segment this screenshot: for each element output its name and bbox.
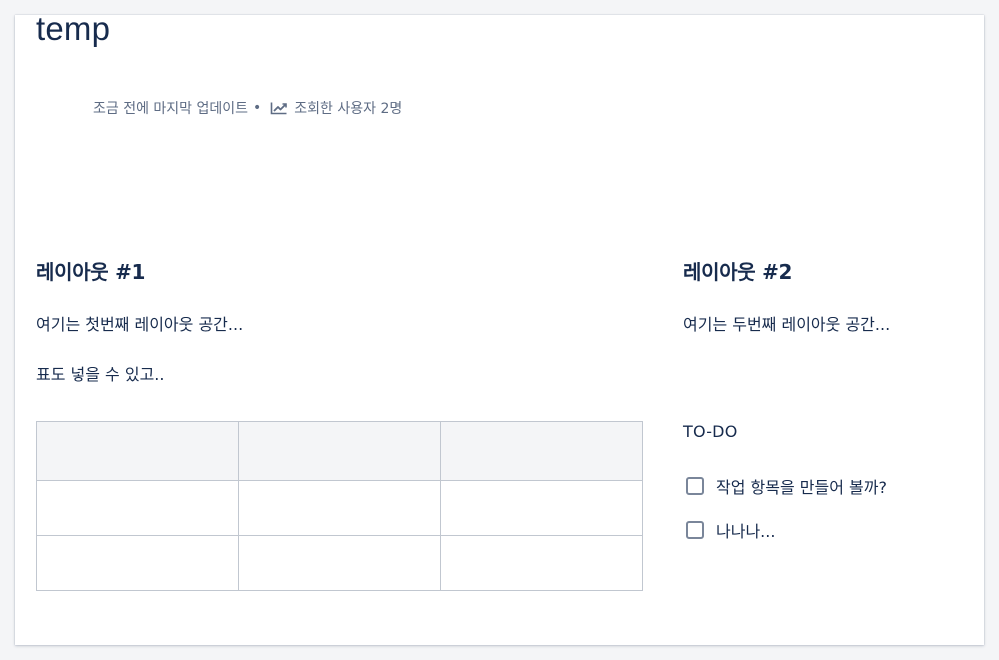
page-metadata: 조금 전에 마지막 업데이트 • 조회한 사용자 2명 [93, 98, 402, 118]
layout-2-heading: 레이아웃 #2 [683, 260, 793, 284]
layout-column-1: 레이아웃 #1 여기는 첫번째 레이아웃 공간... 표도 넣을 수 있고.. [36, 258, 643, 591]
todo-label: TO-DO [683, 422, 738, 441]
layout-column-2: 레이아웃 #2 여기는 두번째 레이아웃 공간... TO-DO 작업 항목을 … [683, 258, 973, 541]
viewers-link[interactable]: 조회한 사용자 2명 [294, 98, 402, 118]
meta-separator: • [253, 100, 262, 116]
page-content: temp 조금 전에 마지막 업데이트 • 조회한 사용자 2명 레이아웃 #1… [15, 10, 984, 645]
task-checkbox[interactable] [686, 521, 704, 539]
task-item: 나나나... [686, 508, 887, 552]
task-item: 작업 항목을 만들어 볼까? [686, 464, 887, 508]
last-updated-text: 조금 전에 마지막 업데이트 [93, 101, 249, 117]
table-row [36, 535, 643, 591]
table-header-cell[interactable] [36, 421, 239, 481]
table-cell[interactable] [238, 535, 441, 591]
page-title: temp [36, 10, 111, 47]
table-cell[interactable] [36, 535, 239, 591]
table-header-row [36, 421, 643, 481]
layout-1-paragraph-1: 여기는 첫번째 레이아웃 공간... [36, 315, 244, 334]
table-header-cell[interactable] [440, 421, 643, 481]
table-cell[interactable] [440, 480, 643, 536]
task-list: 작업 항목을 만들어 볼까? 나나나... [686, 464, 887, 552]
trending-up-icon [270, 101, 288, 115]
layout-2-paragraph-1: 여기는 두번째 레이아웃 공간... [683, 315, 891, 334]
task-checkbox[interactable] [686, 477, 704, 495]
table-cell[interactable] [238, 480, 441, 536]
layout-1-paragraph-2: 표도 넣을 수 있고.. [36, 365, 165, 384]
table-header-cell[interactable] [238, 421, 441, 481]
table-cell[interactable] [36, 480, 239, 536]
layout-table-wrapper [36, 421, 643, 591]
layout-table [36, 421, 643, 591]
layout-1-heading: 레이아웃 #1 [36, 260, 146, 284]
task-label[interactable]: 작업 항목을 만들어 볼까? [716, 474, 887, 498]
table-row [36, 480, 643, 536]
task-label[interactable]: 나나나... [716, 518, 775, 542]
table-cell[interactable] [440, 535, 643, 591]
